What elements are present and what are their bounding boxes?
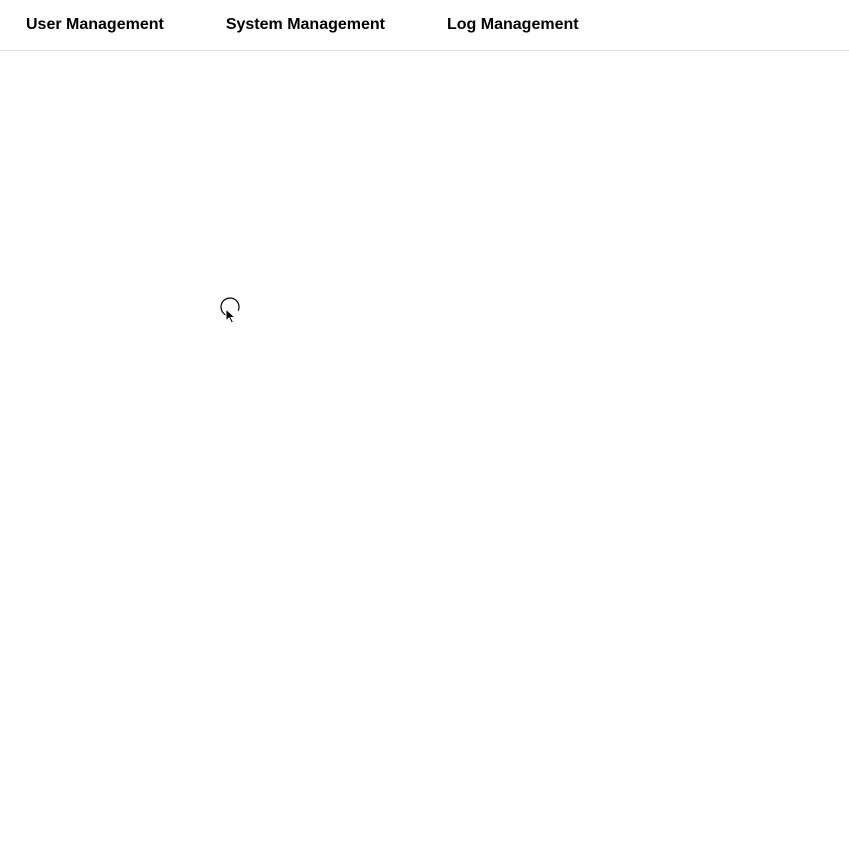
loading-spinner-icon [220, 297, 240, 317]
nav-item-user-management[interactable]: User Management [26, 16, 164, 34]
nav-item-log-management[interactable]: Log Management [447, 16, 579, 34]
content-area [0, 51, 849, 849]
top-nav-bar: User Management System Management Log Ma… [0, 0, 849, 51]
nav-item-system-management[interactable]: System Management [226, 16, 385, 34]
